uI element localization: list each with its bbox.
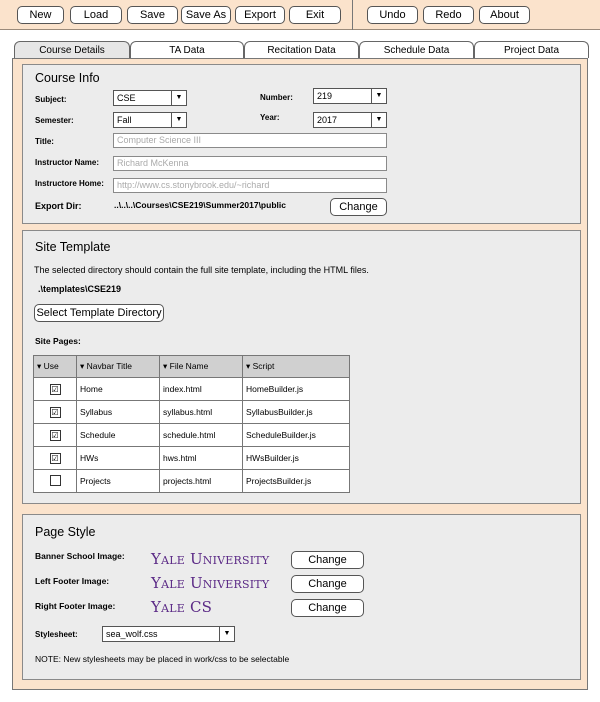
table-row: ☑ Home index.html HomeBuilder.js bbox=[33, 377, 350, 401]
navbar-title-cell: Projects bbox=[76, 469, 160, 493]
page-style-heading: Page Style bbox=[35, 525, 96, 539]
use-cell: ☑ bbox=[33, 423, 77, 447]
undo-button[interactable]: Undo bbox=[367, 6, 418, 24]
title-label: Title: bbox=[35, 137, 54, 146]
navbar-title-cell: Home bbox=[76, 377, 160, 401]
new-button[interactable]: New bbox=[17, 6, 64, 24]
table-row: ☑ Schedule schedule.html ScheduleBuilder… bbox=[33, 423, 350, 447]
file-name-cell: index.html bbox=[159, 377, 243, 401]
save-button[interactable]: Save bbox=[127, 6, 178, 24]
year-select[interactable]: 2017 ▼ bbox=[313, 112, 387, 128]
checkbox-icon[interactable]: ☑ bbox=[49, 383, 61, 395]
stylesheet-value: sea_wolf.css bbox=[106, 629, 158, 639]
left-footer-change-button[interactable]: Change bbox=[291, 575, 364, 593]
exit-button[interactable]: Exit bbox=[289, 6, 341, 24]
file-name-cell: schedule.html bbox=[159, 423, 243, 447]
checkbox-icon[interactable]: ☑ bbox=[49, 452, 61, 464]
script-cell: ScheduleBuilder.js bbox=[242, 423, 350, 447]
use-cell: ☑ bbox=[33, 377, 77, 401]
export-dir-label: Export Dir: bbox=[35, 201, 82, 211]
semester-label: Semester: bbox=[35, 116, 74, 125]
save-as-button[interactable]: Save As bbox=[181, 6, 231, 24]
subject-value: CSE bbox=[117, 93, 136, 103]
toolbar: New Load Save Save As Export Exit Undo R… bbox=[0, 0, 600, 30]
banner-change-button[interactable]: Change bbox=[291, 551, 364, 569]
column-header-use[interactable]: ▾ Use bbox=[33, 355, 77, 378]
navbar-title-cell: HWs bbox=[76, 446, 160, 470]
select-template-directory-button[interactable]: Select Template Directory bbox=[34, 304, 164, 322]
tab-course-details[interactable]: Course Details bbox=[14, 41, 130, 58]
instructor-home-field[interactable]: http://www.cs.stonybrook.edu/~richard bbox=[113, 178, 387, 193]
table-row: ☑ Syllabus syllabus.html SyllabusBuilder… bbox=[33, 400, 350, 424]
tab-schedule-data[interactable]: Schedule Data bbox=[359, 41, 474, 58]
redo-button[interactable]: Redo bbox=[423, 6, 474, 24]
stylesheet-note: NOTE: New stylesheets may be placed in w… bbox=[35, 654, 290, 664]
script-cell: SyllabusBuilder.js bbox=[242, 400, 350, 424]
navbar-title-cell: Syllabus bbox=[76, 400, 160, 424]
file-name-cell: projects.html bbox=[159, 469, 243, 493]
file-name-cell: hws.html bbox=[159, 446, 243, 470]
chevron-down-icon: ▼ bbox=[171, 113, 186, 127]
number-value: 219 bbox=[317, 91, 333, 101]
banner-school-image: Yale University bbox=[151, 550, 270, 568]
use-cell: ☑ bbox=[33, 446, 77, 470]
column-header-script[interactable]: ▾ Script bbox=[242, 355, 350, 378]
instructor-name-label: Instructor Name: bbox=[35, 158, 100, 167]
template-path: .\templates\CSE219 bbox=[38, 284, 122, 294]
table-row: Projects projects.html ProjectsBuilder.j… bbox=[33, 469, 350, 493]
use-cell bbox=[33, 469, 77, 493]
column-header-navbar-title[interactable]: ▾ Navbar Title bbox=[76, 355, 160, 378]
site-pages-label: Site Pages: bbox=[35, 336, 81, 346]
tab-recitation-data[interactable]: Recitation Data bbox=[244, 41, 359, 58]
tab-ta-data[interactable]: TA Data bbox=[130, 41, 244, 58]
about-button[interactable]: About bbox=[479, 6, 530, 24]
stylesheet-label: Stylesheet: bbox=[35, 630, 78, 639]
semester-value: Fall bbox=[117, 115, 132, 125]
right-footer-image-label: Right Footer Image: bbox=[35, 601, 116, 611]
chevron-down-icon: ▼ bbox=[371, 113, 386, 127]
subject-select[interactable]: CSE ▼ bbox=[113, 90, 187, 106]
table-row: ☑ HWs hws.html HWsBuilder.js bbox=[33, 446, 350, 470]
subject-label: Subject: bbox=[35, 95, 67, 104]
export-dir-change-button[interactable]: Change bbox=[330, 198, 387, 216]
site-template-description: The selected directory should contain th… bbox=[34, 265, 369, 275]
semester-select[interactable]: Fall ▼ bbox=[113, 112, 187, 128]
left-footer-image-label: Left Footer Image: bbox=[35, 576, 110, 586]
site-pages-table: ▾ Use ▾ Navbar Title ▾ File Name ▾ Scrip… bbox=[33, 355, 350, 493]
chevron-down-icon: ▼ bbox=[219, 627, 234, 641]
course-info-heading: Course Info bbox=[35, 71, 100, 85]
export-dir-value: ..\..\..\Courses\CSE219\Summer2017\publi… bbox=[114, 200, 286, 210]
chevron-down-icon: ▼ bbox=[371, 89, 386, 103]
year-value: 2017 bbox=[317, 115, 338, 125]
title-field[interactable]: Computer Science III bbox=[113, 133, 387, 148]
checkbox-icon[interactable]: ☑ bbox=[49, 406, 61, 418]
checkbox-icon[interactable] bbox=[49, 474, 61, 486]
tab-project-data[interactable]: Project Data bbox=[474, 41, 589, 58]
navbar-title-cell: Schedule bbox=[76, 423, 160, 447]
number-label: Number: bbox=[260, 93, 293, 102]
right-footer-image: Yale CS bbox=[151, 598, 213, 616]
site-template-heading: Site Template bbox=[35, 240, 111, 254]
script-cell: ProjectsBuilder.js bbox=[242, 469, 350, 493]
chevron-down-icon: ▼ bbox=[171, 91, 186, 105]
left-footer-image: Yale University bbox=[151, 574, 270, 592]
checkbox-icon[interactable]: ☑ bbox=[49, 429, 61, 441]
export-button[interactable]: Export bbox=[235, 6, 285, 24]
toolbar-divider bbox=[352, 0, 353, 30]
number-select[interactable]: 219 ▼ bbox=[313, 88, 387, 104]
stylesheet-select[interactable]: sea_wolf.css ▼ bbox=[102, 626, 235, 642]
year-label: Year: bbox=[260, 113, 280, 122]
table-header-row: ▾ Use ▾ Navbar Title ▾ File Name ▾ Scrip… bbox=[33, 355, 350, 378]
use-cell: ☑ bbox=[33, 400, 77, 424]
right-footer-change-button[interactable]: Change bbox=[291, 599, 364, 617]
script-cell: HWsBuilder.js bbox=[242, 446, 350, 470]
instructor-home-label: Instructore Home: bbox=[35, 179, 104, 188]
load-button[interactable]: Load bbox=[70, 6, 122, 24]
banner-school-image-label: Banner School Image: bbox=[35, 551, 125, 561]
column-header-file-name[interactable]: ▾ File Name bbox=[159, 355, 243, 378]
instructor-name-field[interactable]: Richard McKenna bbox=[113, 156, 387, 171]
file-name-cell: syllabus.html bbox=[159, 400, 243, 424]
script-cell: HomeBuilder.js bbox=[242, 377, 350, 401]
